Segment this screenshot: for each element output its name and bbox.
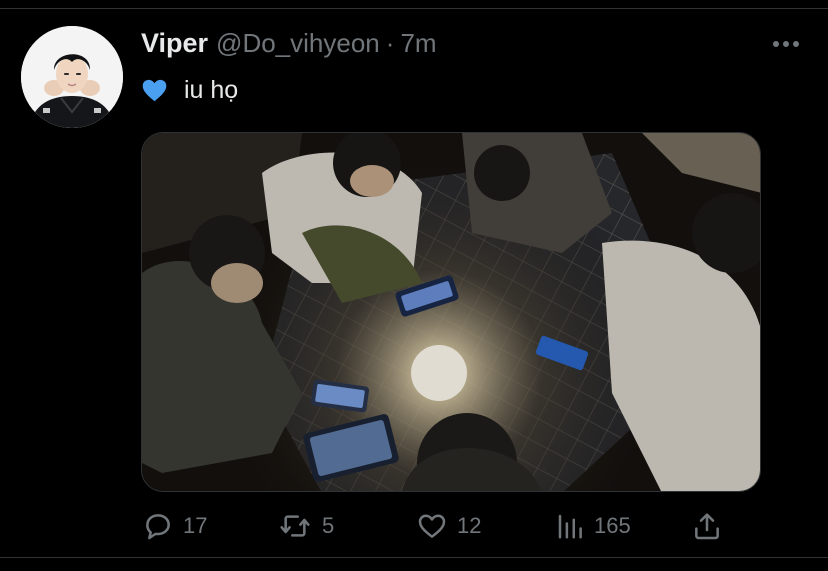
tweet-photo[interactable] (141, 132, 761, 492)
more-icon (773, 41, 799, 47)
views-button[interactable]: 165 (555, 505, 631, 547)
views-count: 165 (594, 513, 631, 538)
tweet-body-text: iu họ (184, 75, 239, 104)
retweet-icon (280, 515, 310, 537)
retweet-count: 5 (322, 513, 335, 538)
separator-dot: · (385, 28, 395, 58)
more-options-button[interactable] (770, 32, 802, 56)
reply-count: 17 (183, 513, 208, 538)
bottom-divider (0, 557, 828, 558)
user-handle[interactable]: @Do_vihyeon (216, 28, 380, 59)
tweet-actions: 17 5 12 165 (0, 505, 828, 547)
tweet-header: Viper @Do_vihyeon · 7m (141, 28, 437, 60)
blue-heart-icon (142, 79, 167, 101)
share-button[interactable] (691, 505, 723, 547)
top-divider (0, 0, 828, 9)
avatar-image (21, 26, 123, 128)
like-icon (418, 514, 446, 538)
like-count: 12 (457, 513, 482, 538)
views-icon (558, 514, 582, 539)
tweet-text: iu họ (141, 74, 238, 106)
reply-icon (146, 514, 170, 540)
photo-image (142, 133, 760, 491)
retweet-button[interactable]: 5 (277, 505, 334, 547)
share-icon (695, 513, 719, 540)
like-button[interactable]: 12 (416, 505, 481, 547)
display-name[interactable]: Viper (141, 28, 208, 59)
reply-button[interactable]: 17 (142, 505, 207, 547)
avatar[interactable] (21, 26, 123, 128)
timestamp[interactable]: 7m (400, 28, 436, 59)
